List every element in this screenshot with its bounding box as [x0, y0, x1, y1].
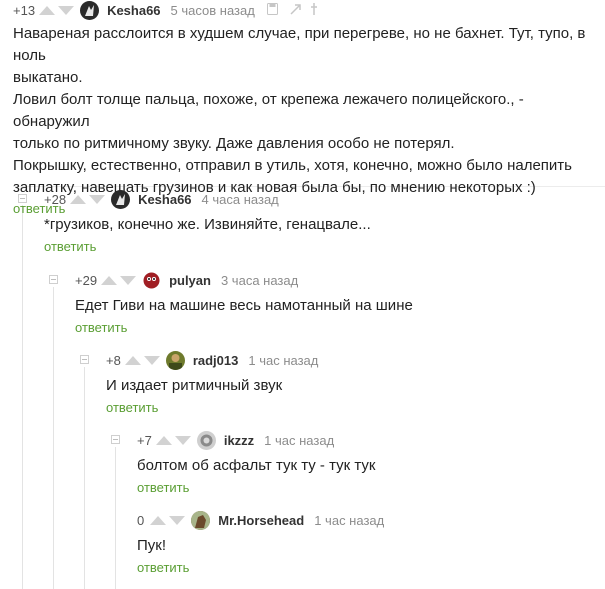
thread-line [22, 205, 23, 589]
vote-controls [150, 515, 186, 525]
comment-text-line: И издает ритмичный звук [106, 377, 283, 394]
thread-line [84, 367, 85, 589]
comment-author[interactable]: pulyan [169, 273, 211, 288]
downvote-icon[interactable] [169, 515, 186, 525]
comment-text-line: Покрышку, естественно, отправил в утиль,… [13, 157, 572, 174]
reply-link[interactable]: ответить [137, 560, 597, 575]
comment-text-line: Пук! [137, 537, 167, 554]
comment-header: +29 pulyan 3 часа назад [75, 270, 595, 290]
comment-body: *грузиков, конечно же. Извиняйте, генацв… [44, 214, 594, 236]
upvote-icon[interactable] [150, 515, 167, 525]
comment-timestamp[interactable]: 3 часа назад [221, 273, 298, 288]
upvote-icon[interactable] [101, 275, 118, 285]
avatar[interactable] [196, 430, 216, 450]
avatar[interactable] [80, 0, 100, 20]
collapse-toggle[interactable] [49, 275, 58, 284]
comment-text-line: выкатано. [13, 69, 83, 86]
upvote-icon[interactable] [70, 194, 87, 204]
comment: +7 ikzzz 1 час назад болтом об асфальт т… [137, 430, 597, 495]
comment-header: +7 ikzzz 1 час назад [137, 430, 597, 450]
vote-controls [101, 275, 137, 285]
downvote-icon[interactable] [120, 275, 137, 285]
more-icon[interactable] [310, 2, 317, 18]
comment-text-line: только по ритмичному звуку. Даже давлени… [13, 135, 455, 152]
comment-rating: +8 [106, 352, 121, 368]
comment-text-line: Ловил болт толще пальца, похоже, от креп… [13, 91, 524, 130]
comment-body: Едет Гиви на машине весь намотанный на ш… [75, 295, 595, 317]
avatar[interactable] [142, 270, 162, 290]
comment-author[interactable]: Mr.Horsehead [218, 513, 304, 528]
comment-header: +28 Kesha66 4 часа назад [44, 189, 594, 209]
avatar[interactable] [111, 189, 131, 209]
comment-header: +13 Kesha66 5 часов назад [13, 0, 603, 20]
comment: 0 Mr.Horsehead 1 час назад Пук! ответить [137, 510, 597, 575]
vote-controls [155, 435, 191, 445]
comment-author[interactable]: ikzzz [224, 433, 254, 448]
downvote-icon[interactable] [174, 435, 191, 445]
comment: +29 pulyan 3 часа назад Едет Гиви на маш… [75, 270, 595, 335]
thread-line [115, 447, 116, 589]
upvote-icon[interactable] [124, 355, 141, 365]
comment: +8 radj013 1 час назад И издает ритмичны… [106, 350, 596, 415]
upvote-icon[interactable] [39, 5, 56, 15]
comment-timestamp[interactable]: 1 час назад [314, 513, 384, 528]
avatar[interactable] [165, 350, 185, 370]
reply-link[interactable]: ответить [44, 239, 594, 254]
comment-author[interactable]: Kesha66 [107, 3, 160, 18]
comment: +28 Kesha66 4 часа назад *грузиков, коне… [44, 189, 594, 254]
comment-timestamp[interactable]: 1 час назад [248, 353, 318, 368]
comment-rating: +29 [75, 272, 98, 288]
collapse-toggle[interactable] [80, 355, 89, 364]
downvote-icon[interactable] [89, 194, 106, 204]
comment-body: И издает ритмичный звук [106, 375, 596, 397]
reply-link[interactable]: ответить [75, 320, 595, 335]
comment-body: болтом об асфальт тук ту - тук тук [137, 455, 597, 477]
comment-timestamp[interactable]: 4 часа назад [202, 192, 279, 207]
save-icon[interactable] [266, 2, 278, 18]
collapse-toggle[interactable] [111, 435, 120, 444]
comment-header: 0 Mr.Horsehead 1 час назад [137, 510, 597, 530]
comment-header: +8 radj013 1 час назад [106, 350, 596, 370]
comment: +13 Kesha66 5 часов назад Навареная расс… [13, 0, 603, 216]
downvote-icon[interactable] [143, 355, 160, 365]
vote-controls [70, 194, 106, 204]
downvote-icon[interactable] [58, 5, 75, 15]
comment-rating: +28 [44, 191, 67, 207]
upvote-icon[interactable] [155, 435, 172, 445]
comment-text-line: Едет Гиви на машине весь намотанный на ш… [75, 297, 413, 314]
comment-text-line: болтом об асфальт тук ту - тук тук [137, 457, 376, 474]
vote-controls [124, 355, 160, 365]
reply-link[interactable]: ответить [106, 400, 596, 415]
comment-author[interactable]: radj013 [193, 353, 239, 368]
reply-link[interactable]: ответить [137, 480, 597, 495]
comment-body: Навареная расслоится в худшем случае, пр… [13, 23, 603, 199]
comment-rating: +13 [13, 2, 36, 18]
comment-text-line: *грузиков, конечно же. Извиняйте, генацв… [44, 216, 371, 233]
comment-timestamp[interactable]: 5 часов назад [171, 3, 255, 18]
avatar[interactable] [191, 510, 211, 530]
link-icon[interactable] [290, 3, 301, 18]
comment-author[interactable]: Kesha66 [138, 192, 191, 207]
comment-body: Пук! [137, 535, 597, 557]
comment-rating: 0 [137, 512, 145, 528]
comment-text-line: Навареная расслоится в худшем случае, пр… [13, 25, 586, 64]
comment-rating: +7 [137, 432, 152, 448]
vote-controls [39, 5, 75, 15]
comment-timestamp[interactable]: 1 час назад [264, 433, 334, 448]
thread-line [53, 287, 54, 589]
